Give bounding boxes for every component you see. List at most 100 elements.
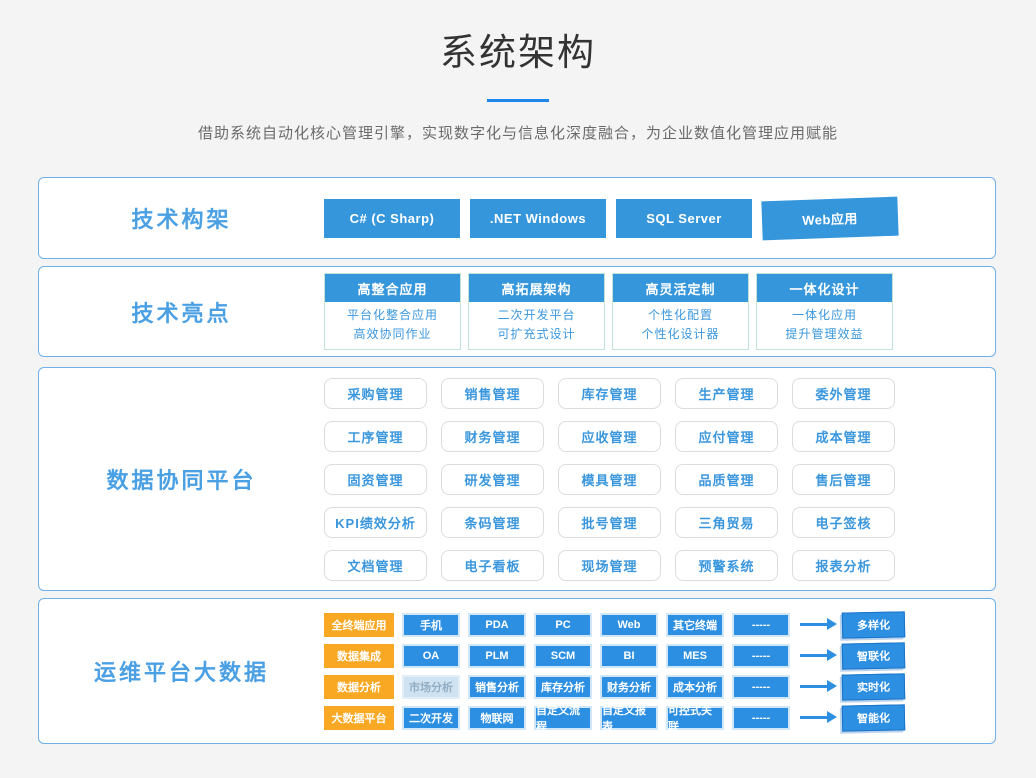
section-data-platform-label: 数据协同平台 xyxy=(39,368,324,590)
ops-chip: SCM xyxy=(534,644,592,668)
ops-rows: 全终端应用手机 PDA PC Web 其它终端 ----- 多样化数据集成 OA PLM SCM B… xyxy=(324,612,905,731)
ops-row: 全终端应用手机 PDA PC Web 其它终端 ----- 多样化 xyxy=(324,612,905,638)
ops-chip: 库存分析 xyxy=(534,675,592,699)
module-chip: 应付管理 xyxy=(675,421,778,452)
module-chip: 固资管理 xyxy=(324,464,427,495)
arrow-right-icon xyxy=(800,716,828,719)
ops-chip-list: 手机 PDA PC Web 其它终端 ----- xyxy=(402,613,790,637)
highlight-card-body: 平台化整合应用高效协同作业 xyxy=(325,302,460,349)
ops-category-tag: 大数据平台 xyxy=(324,706,394,730)
highlight-card-title: 一体化设计 xyxy=(757,274,892,302)
module-chip: 三角贸易 xyxy=(675,507,778,538)
ops-chip-list: 市场分析销售分析库存分析财务分析成本分析----- xyxy=(402,675,790,699)
highlight-card-line: 可扩充式设计 xyxy=(469,325,604,344)
ops-chip: PLM xyxy=(468,644,526,668)
ops-chip: ----- xyxy=(732,613,790,637)
ops-chip: 物联网 xyxy=(468,706,526,730)
highlight-cards: 高整合应用平台化整合应用高效协同作业高拓展架构二次开发平台可扩充式设计高灵活定制… xyxy=(324,273,893,350)
tech-framework-buttons: C# (C Sharp).NET WindowsSQL ServerWeb应用 xyxy=(324,199,898,238)
module-chip: 电子看板 xyxy=(441,550,544,581)
ops-row: 大数据平台二次开发物联网自定义流程自定义报表可控式关联 ----- 智能化 xyxy=(324,705,905,731)
module-chip: 应收管理 xyxy=(558,421,661,452)
ops-result-badge: 实时化 xyxy=(842,673,906,700)
module-chip: 报表分析 xyxy=(792,550,895,581)
highlight-card: 高整合应用平台化整合应用高效协同作业 xyxy=(324,273,461,350)
section-tech-highlights: 技术亮点 高整合应用平台化整合应用高效协同作业高拓展架构二次开发平台可扩充式设计… xyxy=(38,266,996,357)
ops-chip: 成本分析 xyxy=(666,675,724,699)
highlight-card-line: 高效协同作业 xyxy=(325,325,460,344)
ops-chip: ----- xyxy=(732,644,790,668)
ops-chip: ----- xyxy=(732,675,790,699)
module-chip: 财务管理 xyxy=(441,421,544,452)
ops-result-badge: 智联化 xyxy=(842,642,906,669)
highlight-card: 一体化设计一体化应用提升管理效益 xyxy=(756,273,893,350)
ops-row: 数据分析市场分析销售分析库存分析财务分析成本分析-----实时化 xyxy=(324,674,905,700)
highlight-card: 高拓展架构二次开发平台可扩充式设计 xyxy=(468,273,605,350)
highlight-card-title: 高灵活定制 xyxy=(613,274,748,302)
highlight-card-title: 高拓展架构 xyxy=(469,274,604,302)
ops-result-badge: 多样化 xyxy=(842,611,906,638)
highlight-card-body: 一体化应用提升管理效益 xyxy=(757,302,892,349)
module-chip: 成本管理 xyxy=(792,421,895,452)
section-ops-platform-label: 运维平台大数据 xyxy=(39,599,324,743)
module-chip: 品质管理 xyxy=(675,464,778,495)
ops-chip: 可控式关联 xyxy=(666,706,724,730)
ops-chip-list: OA PLM SCM BI MES ----- xyxy=(402,644,790,668)
module-chip: 销售管理 xyxy=(441,378,544,409)
ops-category-tag: 全终端应用 xyxy=(324,613,394,637)
arrow-right-icon xyxy=(800,623,828,626)
module-chip: 售后管理 xyxy=(792,464,895,495)
section-data-platform: 数据协同平台 采购管理销售管理库存管理生产管理委外管理工序管理财务管理应收管理应… xyxy=(38,367,996,591)
module-chip: 模具管理 xyxy=(558,464,661,495)
ops-category-tag: 数据集成 xyxy=(324,644,394,668)
highlight-card-line: 个性化设计器 xyxy=(613,325,748,344)
module-chip: 条码管理 xyxy=(441,507,544,538)
ops-chip: BI xyxy=(600,644,658,668)
tech-framework-button: .NET Windows xyxy=(470,199,606,238)
module-grid: 采购管理销售管理库存管理生产管理委外管理工序管理财务管理应收管理应付管理成本管理… xyxy=(324,378,895,581)
ops-chip: 自定义流程 xyxy=(534,706,592,730)
ops-chip: PDA xyxy=(468,613,526,637)
ops-chip: 手机 xyxy=(402,613,460,637)
highlight-card-line: 个性化配置 xyxy=(613,306,748,325)
ops-chip: MES xyxy=(666,644,724,668)
ops-chip: 销售分析 xyxy=(468,675,526,699)
highlight-card-line: 平台化整合应用 xyxy=(325,306,460,325)
highlight-card-line: 一体化应用 xyxy=(757,306,892,325)
module-chip: 库存管理 xyxy=(558,378,661,409)
title-underline-divider xyxy=(487,99,549,102)
tech-framework-button: SQL Server xyxy=(616,199,752,238)
ops-chip: ----- xyxy=(732,706,790,730)
ops-chip: 自定义报表 xyxy=(600,706,658,730)
highlight-card-line: 二次开发平台 xyxy=(469,306,604,325)
tech-framework-button: C# (C Sharp) xyxy=(324,199,460,238)
ops-result-badge: 智能化 xyxy=(842,704,906,731)
highlight-card-title: 高整合应用 xyxy=(325,274,460,302)
arrow-right-icon xyxy=(800,654,828,657)
section-tech-framework: 技术构架 C# (C Sharp).NET WindowsSQL ServerW… xyxy=(38,177,996,259)
ops-chip: OA xyxy=(402,644,460,668)
module-chip: 文档管理 xyxy=(324,550,427,581)
ops-row: 数据集成 OA PLM SCM BI MES ----- 智联化 xyxy=(324,643,905,669)
ops-category-tag: 数据分析 xyxy=(324,675,394,699)
ops-chip: 财务分析 xyxy=(600,675,658,699)
system-architecture-page: 系统架构 借助系统自动化核心管理引擎，实现数字化与信息化深度融合，为企业数值化管… xyxy=(0,0,1036,778)
arrow-right-icon xyxy=(800,685,828,688)
ops-chip: Web xyxy=(600,613,658,637)
highlight-card-line: 提升管理效益 xyxy=(757,325,892,344)
module-chip: 现场管理 xyxy=(558,550,661,581)
module-chip: KPI绩效分析 xyxy=(324,507,427,538)
highlight-card-body: 个性化配置个性化设计器 xyxy=(613,302,748,349)
module-chip: 预警系统 xyxy=(675,550,778,581)
module-chip: 研发管理 xyxy=(441,464,544,495)
ops-chip: 其它终端 xyxy=(666,613,724,637)
ops-chip: 二次开发 xyxy=(402,706,460,730)
module-chip: 采购管理 xyxy=(324,378,427,409)
section-ops-platform: 运维平台大数据 全终端应用手机 PDA PC Web 其它终端 ----- 多样化数据集成 O… xyxy=(38,598,996,744)
module-chip: 生产管理 xyxy=(675,378,778,409)
module-chip: 工序管理 xyxy=(324,421,427,452)
highlight-card: 高灵活定制个性化配置个性化设计器 xyxy=(612,273,749,350)
page-title: 系统架构 xyxy=(0,0,1036,76)
ops-chip: PC xyxy=(534,613,592,637)
module-chip: 电子签核 xyxy=(792,507,895,538)
